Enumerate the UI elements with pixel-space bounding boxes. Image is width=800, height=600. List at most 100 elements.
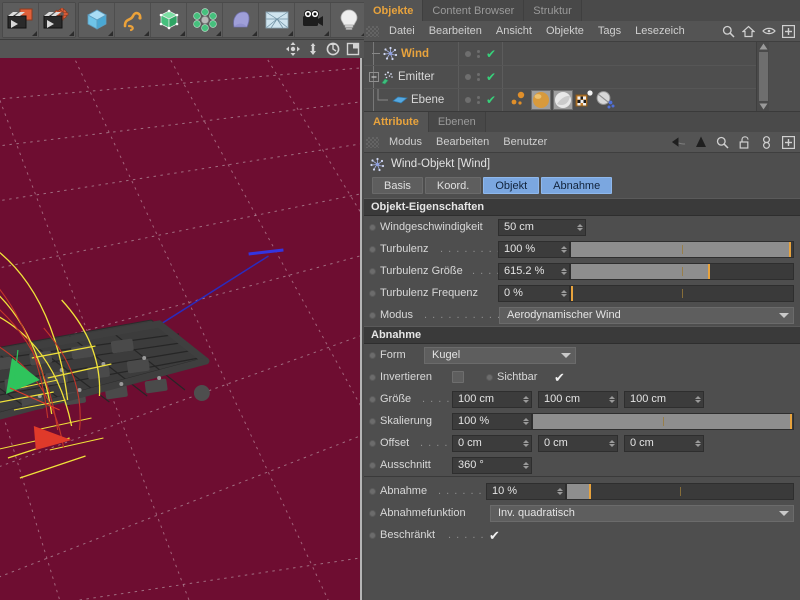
stepper-icon[interactable] (523, 439, 529, 447)
home-icon[interactable] (741, 24, 756, 39)
menu-modus[interactable]: Modus (382, 132, 429, 153)
offset-x-input[interactable]: 0 cm (452, 434, 532, 452)
object-row-ebene[interactable]: Ebene (364, 89, 458, 111)
offset-z-input[interactable]: 0 cm (624, 434, 704, 452)
menu-benutzer[interactable]: Benutzer (496, 132, 554, 153)
object-row-emitter[interactable]: Emitter (364, 66, 458, 88)
stepper-icon[interactable] (561, 289, 567, 297)
search-icon[interactable] (715, 135, 730, 150)
particle-tag[interactable] (509, 90, 529, 110)
scene-environment-button[interactable] (259, 2, 295, 37)
render-visibility-dots[interactable] (477, 96, 480, 104)
plus-icon[interactable] (781, 135, 796, 150)
animate-dot-icon[interactable] (369, 509, 376, 517)
stepper-icon[interactable] (577, 223, 583, 231)
editor-visibility-dot[interactable] (465, 50, 471, 57)
turbulenz-frequenz-slider[interactable] (570, 284, 794, 302)
object-row-wind[interactable]: Wind (364, 42, 458, 65)
animate-dot-icon[interactable] (369, 373, 376, 381)
animate-dot-icon[interactable] (369, 417, 376, 425)
material-white-tag[interactable] (553, 90, 573, 110)
menu-ansicht[interactable]: Ansicht (489, 21, 539, 42)
beschraenkt-checkbox[interactable]: ✔ (488, 529, 501, 542)
animate-dot-icon[interactable] (369, 351, 376, 359)
animate-dot-icon[interactable] (369, 531, 376, 539)
search-icon[interactable] (721, 24, 736, 39)
editor-visibility-dot[interactable] (465, 74, 471, 80)
object-visibility-dots[interactable]: ✔ (458, 66, 503, 88)
stepper-icon[interactable] (523, 417, 529, 425)
animate-dot-icon[interactable] (369, 267, 376, 275)
enable-check-icon[interactable]: ✔ (486, 71, 496, 83)
expander-minus-icon[interactable] (369, 71, 380, 83)
modus-dropdown[interactable]: Aerodynamischer Wind (499, 306, 794, 324)
groesse-z-input[interactable]: 100 cm (624, 390, 704, 408)
render-visibility-dots[interactable] (477, 73, 480, 81)
link-icon[interactable] (759, 135, 774, 150)
viewport-rotate-icon[interactable] (325, 42, 340, 57)
abnahme-input[interactable]: 10 % (486, 482, 566, 500)
stepper-icon[interactable] (523, 395, 529, 403)
tab-objekte[interactable]: Objekte (364, 0, 424, 21)
abnahmefunktion-dropdown[interactable]: Inv. quadratisch (490, 504, 794, 522)
back-arrow-icon[interactable] (671, 135, 686, 150)
turbulenz-groesse-input[interactable]: 615.2 % (498, 262, 570, 280)
menu-objekte[interactable]: Objekte (539, 21, 591, 42)
scrollbar-thumb[interactable] (758, 52, 768, 101)
animate-dot-icon[interactable] (369, 289, 376, 297)
lock-icon[interactable] (737, 135, 752, 150)
object-visibility-dots[interactable]: ✔ (458, 89, 503, 111)
menu-bearbeiten[interactable]: Bearbeiten (429, 132, 496, 153)
abnahme-slider[interactable] (566, 482, 794, 500)
invertieren-checkbox[interactable] (452, 371, 464, 383)
tab-attribute[interactable]: Attribute (364, 112, 429, 132)
menu-bearbeiten[interactable]: Bearbeiten (422, 21, 489, 42)
animate-dot-icon[interactable] (486, 373, 493, 381)
enable-check-icon[interactable]: ✔ (486, 48, 496, 60)
animate-dot-icon[interactable] (369, 311, 376, 319)
eye-icon[interactable] (761, 24, 776, 39)
viewport-3d[interactable]: .gl { stroke:#b08a99; stroke-width:1; fi… (0, 58, 362, 600)
panel-grip-icon[interactable] (366, 25, 379, 37)
object-manager-scrollbar[interactable] (756, 42, 769, 111)
turbulenz-frequenz-input[interactable]: 0 % (498, 284, 570, 302)
render-visibility-dots[interactable] (477, 49, 480, 58)
tab-koord[interactable]: Koord. (424, 177, 482, 194)
deformer-button[interactable] (223, 2, 259, 37)
animate-dot-icon[interactable] (369, 439, 376, 447)
ausschnitt-input[interactable]: 360 ° (452, 456, 532, 474)
cube-primitive-button[interactable] (79, 2, 115, 37)
tab-basis[interactable]: Basis (372, 177, 423, 194)
tab-objekt[interactable]: Objekt (483, 177, 540, 194)
stepper-icon[interactable] (609, 395, 615, 403)
groesse-y-input[interactable]: 100 cm (538, 390, 618, 408)
viewport-maximize-icon[interactable] (345, 42, 360, 57)
form-dropdown[interactable]: Kugel (424, 346, 576, 364)
groesse-x-input[interactable]: 100 cm (452, 390, 532, 408)
table-row[interactable]: Ebene ✔ (364, 88, 756, 111)
menu-lesezeichen[interactable]: Lesezeich (628, 21, 692, 42)
dynamics-tag[interactable] (595, 90, 615, 110)
menu-tags[interactable]: Tags (591, 21, 628, 42)
tab-ebenen[interactable]: Ebenen (428, 112, 486, 132)
editor-visibility-dot[interactable] (465, 97, 471, 103)
offset-y-input[interactable]: 0 cm (538, 434, 618, 452)
stepper-icon[interactable] (561, 245, 567, 253)
animate-dot-icon[interactable] (369, 245, 376, 253)
object-visibility-dots[interactable]: ✔ (458, 42, 503, 65)
stepper-icon[interactable] (609, 439, 615, 447)
turbulenz-slider[interactable] (570, 240, 794, 258)
table-row[interactable]: Wind ✔ (364, 42, 756, 65)
stepper-icon[interactable] (695, 395, 701, 403)
material-orange-tag[interactable] (531, 90, 551, 110)
turbulenz-groesse-slider[interactable] (570, 262, 794, 280)
array-button[interactable] (187, 2, 223, 37)
animate-dot-icon[interactable] (369, 223, 376, 231)
turbulenz-input[interactable]: 100 % (498, 240, 570, 258)
nurbs-button[interactable] (151, 2, 187, 37)
viewport-scale-icon[interactable] (305, 42, 320, 57)
forward-arrow-icon[interactable] (693, 135, 708, 150)
plus-icon[interactable] (781, 24, 796, 39)
spline-button[interactable] (115, 2, 151, 37)
viewport-move-icon[interactable] (285, 42, 300, 57)
